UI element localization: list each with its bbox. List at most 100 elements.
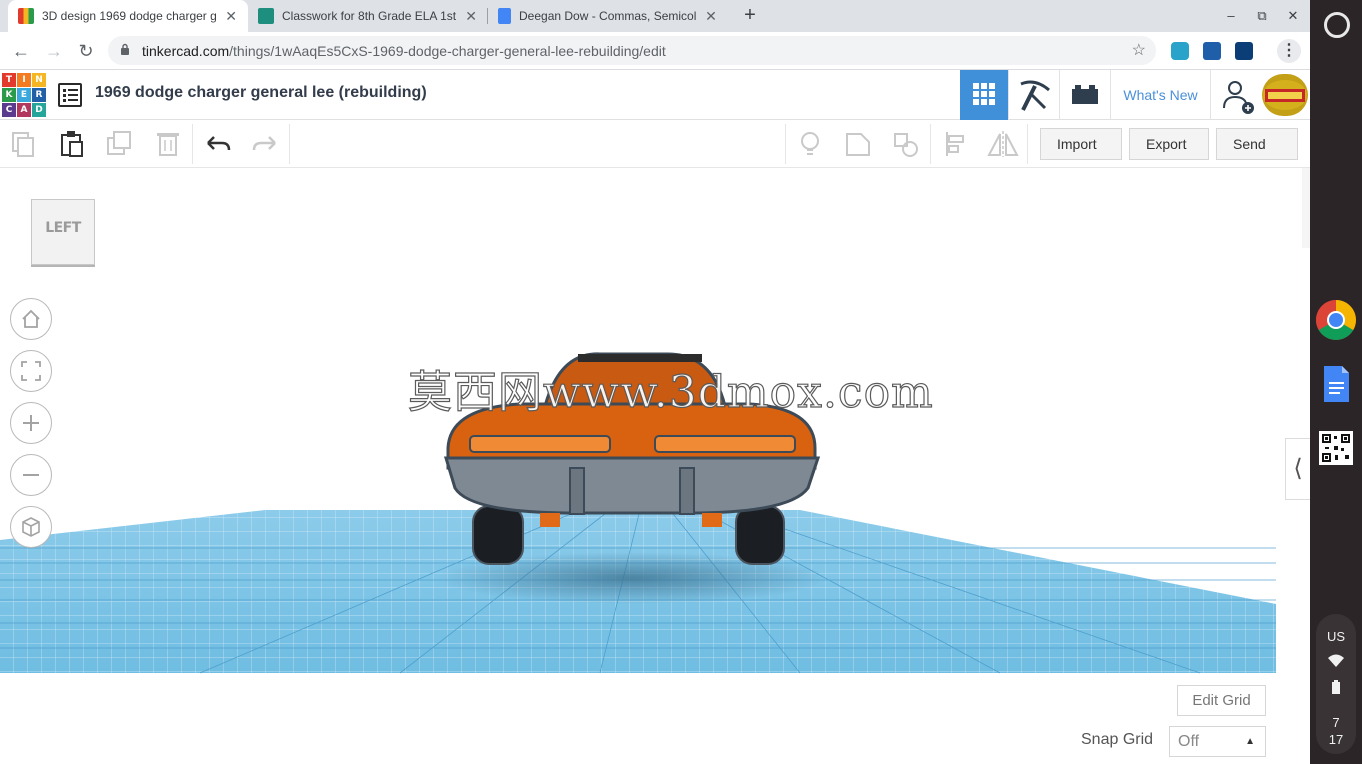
whats-new-link[interactable]: What's New xyxy=(1110,70,1210,120)
chrome-icon xyxy=(1316,300,1356,340)
status-tray[interactable]: US 7 17 xyxy=(1316,614,1356,754)
brick-icon xyxy=(1072,85,1098,104)
chrome-app-icon[interactable] xyxy=(1316,300,1356,340)
watermark-text: 莫西网www.3dmox.com xyxy=(407,366,934,418)
minus-icon xyxy=(23,474,39,476)
fit-view-button[interactable] xyxy=(10,350,52,392)
perspective-toggle-button[interactable] xyxy=(10,506,52,548)
cloud-extension-icon[interactable] xyxy=(1171,42,1189,60)
grid-icon xyxy=(973,83,995,105)
expand-panel-toggle[interactable]: ⟨ xyxy=(1285,438,1310,500)
forward-button[interactable]: → xyxy=(42,39,66,63)
home-view-button[interactable] xyxy=(10,298,52,340)
close-tab-icon[interactable]: ✕ xyxy=(704,8,718,25)
rear-bumper xyxy=(443,456,821,515)
url-path: /things/1wAaqEs5CxS-1969-dodge-charger-g… xyxy=(229,43,666,59)
extension-shield-icon[interactable] xyxy=(1235,42,1253,60)
docs-icon xyxy=(1324,366,1349,402)
paste-button[interactable] xyxy=(48,120,96,168)
edit-grid-button[interactable]: Edit Grid xyxy=(1177,685,1266,716)
mopar-avatar-icon xyxy=(1263,80,1307,110)
os-shelf: US 7 17 xyxy=(1310,0,1362,764)
view-cube-label: LEFT xyxy=(45,220,81,236)
export-button[interactable]: Export xyxy=(1129,128,1209,160)
redo-button[interactable] xyxy=(241,120,289,168)
undo-button[interactable] xyxy=(194,120,242,168)
view-cube[interactable]: LEFT xyxy=(31,199,95,265)
fit-view-icon xyxy=(21,361,41,381)
minimize-window-button[interactable]: – xyxy=(1221,6,1241,26)
clipboard-icon xyxy=(61,131,83,157)
copy-icon xyxy=(12,132,34,157)
redo-icon xyxy=(252,136,276,151)
keyboard-locale: US xyxy=(1326,629,1346,644)
mirror-icon xyxy=(987,131,1019,157)
duplicate-icon xyxy=(107,131,131,155)
tab-title: Deegan Dow - Commas, Semicol xyxy=(519,9,697,23)
scrollbar[interactable] xyxy=(1302,168,1310,248)
extension-m-icon[interactable] xyxy=(1203,42,1221,60)
import-button[interactable]: Import xyxy=(1040,128,1122,160)
close-tab-icon[interactable]: ✕ xyxy=(464,8,478,25)
clock-hour: 7 xyxy=(1332,715,1340,730)
align-icon xyxy=(946,132,964,156)
caret-up-icon: ▲ xyxy=(1245,736,1255,747)
url-text: tinkercad.com/things/1wAaqEs5CxS-1969-do… xyxy=(142,43,666,59)
workplane-canvas[interactable]: LEFT 莫西网www.3dmox.com ⟨ Edit Grid Snap G… xyxy=(0,168,1310,764)
design-title[interactable]: 1969 dodge charger general lee (rebuildi… xyxy=(95,84,427,102)
undo-icon xyxy=(207,136,231,151)
group-button[interactable] xyxy=(834,120,882,168)
toolbar-divider xyxy=(289,124,290,164)
toolbar-divider xyxy=(1027,124,1028,164)
qr-code-icon xyxy=(1319,431,1353,465)
browser-tab-docs[interactable]: Deegan Dow - Commas, Semicol ✕ xyxy=(488,0,728,32)
browser-menu-icon[interactable]: ⋮ xyxy=(1277,39,1301,63)
qr-code-app-icon[interactable] xyxy=(1316,428,1356,468)
close-tab-icon[interactable]: ✕ xyxy=(224,8,238,25)
user-avatar[interactable] xyxy=(1262,74,1308,116)
bookmark-star-icon[interactable]: ☆ xyxy=(1132,40,1146,60)
browser-toolbar: ← → ↻ tinkercad.com/things/1wAaqEs5CxS-1… xyxy=(0,32,1310,70)
tinkercad-logo[interactable]: TIN KER CAD xyxy=(2,73,46,117)
back-button[interactable]: ← xyxy=(9,39,33,63)
address-bar[interactable]: tinkercad.com/things/1wAaqEs5CxS-1969-do… xyxy=(108,36,1156,65)
tab-title: Classwork for 8th Grade ELA 1st xyxy=(282,9,457,23)
notes-button[interactable] xyxy=(786,120,834,168)
url-host: tinkercad.com xyxy=(142,43,230,59)
design-list-icon[interactable] xyxy=(58,83,82,107)
zoom-out-button[interactable] xyxy=(10,454,52,496)
group-icon xyxy=(846,133,870,156)
edit-toolbar: Import Export Send To xyxy=(0,120,1310,182)
duplicate-button[interactable] xyxy=(96,120,144,168)
toolbar-divider xyxy=(930,124,931,164)
launcher-icon[interactable] xyxy=(1324,12,1350,38)
workplane-scene xyxy=(0,352,1276,674)
delete-button[interactable] xyxy=(144,120,192,168)
toolbar-divider xyxy=(192,124,193,164)
snap-grid-select[interactable]: Off ▲ xyxy=(1169,726,1266,757)
restore-window-button[interactable]: ⧉ xyxy=(1252,6,1272,26)
new-tab-button[interactable]: + xyxy=(738,4,762,28)
align-button[interactable] xyxy=(932,120,980,168)
docs-favicon-icon xyxy=(498,8,511,24)
battery-icon xyxy=(1332,680,1340,694)
tinkercad-header: TIN KER CAD 1969 dodge charger general l… xyxy=(0,70,1310,120)
3d-view-grid-button[interactable] xyxy=(960,70,1008,120)
send-to-button[interactable]: Send To xyxy=(1216,128,1298,182)
ungroup-button[interactable] xyxy=(882,120,930,168)
add-user-icon xyxy=(1223,81,1254,114)
reload-button[interactable]: ↻ xyxy=(74,39,98,63)
mirror-button[interactable] xyxy=(979,120,1027,168)
browser-tab-tinkercad[interactable]: 3D design 1969 dodge charger g ✕ xyxy=(8,0,248,32)
pickaxe-icon xyxy=(1020,80,1050,111)
copy-button[interactable] xyxy=(0,120,48,168)
browser-tab-classroom[interactable]: Classwork for 8th Grade ELA 1st ✕ xyxy=(248,0,488,32)
lock-icon xyxy=(121,43,129,55)
ungroup-icon xyxy=(894,133,918,157)
zoom-in-button[interactable] xyxy=(10,402,52,444)
close-window-button[interactable]: ✕ xyxy=(1283,6,1303,26)
add-user-button[interactable] xyxy=(1210,70,1262,120)
blocks-pickaxe-button[interactable] xyxy=(1008,70,1059,120)
bricks-button[interactable] xyxy=(1059,70,1110,120)
google-docs-app-icon[interactable] xyxy=(1316,364,1356,404)
